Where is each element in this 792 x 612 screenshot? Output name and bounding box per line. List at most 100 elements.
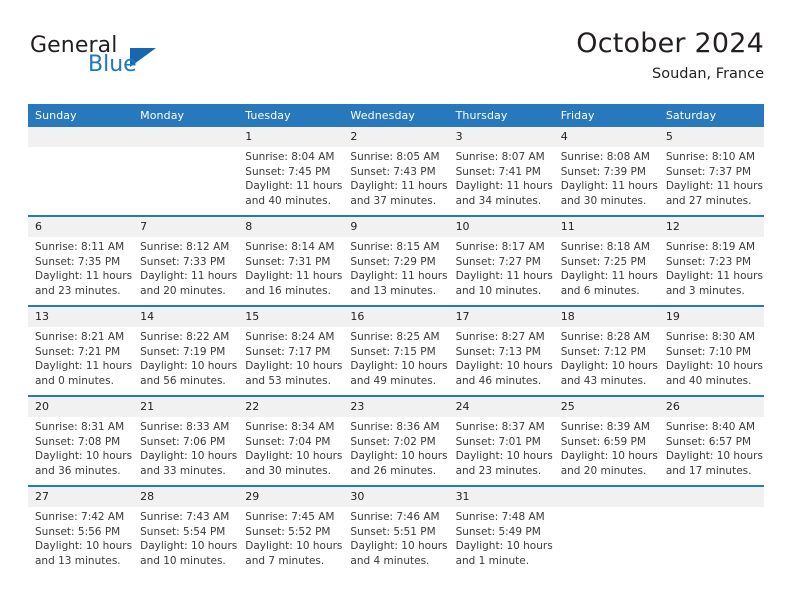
day-number: 15 <box>238 307 344 327</box>
calendar-day-cell[interactable]: 24 Sunrise: 8:37 AM Sunset: 7:01 PM Dayligh… <box>448 395 554 486</box>
day-detail-line: Daylight: 11 hours <box>560 180 658 193</box>
day-detail-line: and 40 minutes. <box>665 374 752 387</box>
weekday-header-thursday: Thursday <box>448 104 554 127</box>
day-details: Sunrise: 8:04 AM Sunset: 7:45 PM Daylight:… <box>238 147 343 208</box>
day-number: 7 <box>133 217 239 237</box>
day-cell-inner: 15 Sunrise: 8:24 AM Sunset: 7:17 PM Dayligh… <box>238 307 344 395</box>
day-detail-line: Daylight: 11 hours <box>35 270 133 283</box>
day-cell-inner: 9 Sunrise: 8:15 AM Sunset: 7:29 PM Daylight… <box>343 217 449 305</box>
day-number: 21 <box>133 397 239 417</box>
day-number: 10 <box>448 217 554 237</box>
day-detail-line: and 36 minutes. <box>35 464 121 477</box>
day-details <box>133 147 238 150</box>
day-detail-line: Daylight: 10 hours <box>35 540 133 553</box>
calendar-day-cell[interactable]: 11 Sunrise: 8:18 AM Sunset: 7:25 PM Dayligh… <box>553 215 659 306</box>
calendar-day-cell[interactable]: 27 Sunrise: 7:42 AM Sunset: 5:56 PM Dayligh… <box>28 485 134 575</box>
day-details: Sunrise: 7:42 AM Sunset: 5:56 PM Daylight:… <box>28 507 133 568</box>
day-details: Sunrise: 8:12 AM Sunset: 7:33 PM Daylight:… <box>133 237 238 298</box>
day-cell-inner: 23 Sunrise: 8:36 AM Sunset: 7:02 PM Dayligh… <box>343 397 449 485</box>
day-detail-line: Daylight: 10 hours <box>245 540 343 553</box>
calendar-day-cell[interactable]: 5 Sunrise: 8:10 AM Sunset: 7:37 PM Daylight… <box>658 127 764 216</box>
calendar-day-cell[interactable]: 16 Sunrise: 8:25 AM Sunset: 7:15 PM Dayligh… <box>343 305 449 396</box>
day-detail-line: Sunrise: 8:36 AM <box>350 421 440 433</box>
calendar-day-cell[interactable]: 8 Sunrise: 8:14 AM Sunset: 7:31 PM Daylight… <box>238 215 344 306</box>
calendar-day-cell[interactable]: 12 Sunrise: 8:19 AM Sunset: 7:23 PM Dayligh… <box>658 215 764 306</box>
calendar-day-cell[interactable]: 1 Sunrise: 8:04 AM Sunset: 7:45 PM Daylight… <box>238 127 344 216</box>
day-detail-line: Sunrise: 8:19 AM <box>665 241 756 253</box>
day-detail-line: and 17 minutes. <box>665 464 752 477</box>
day-details <box>554 507 659 510</box>
calendar-day-cell[interactable]: 21 Sunrise: 8:33 AM Sunset: 7:06 PM Dayligh… <box>133 395 239 486</box>
calendar-day-cell[interactable]: 25 Sunrise: 8:39 AM Sunset: 6:59 PM Dayligh… <box>553 395 659 486</box>
calendar-week-row: 20 Sunrise: 8:31 AM Sunset: 7:08 PM Dayligh… <box>28 395 764 486</box>
day-detail-line: Daylight: 11 hours <box>350 270 448 283</box>
calendar-day-cell-empty <box>658 485 764 575</box>
day-details: Sunrise: 8:22 AM Sunset: 7:19 PM Daylight:… <box>133 327 238 388</box>
calendar-day-cell[interactable]: 28 Sunrise: 7:43 AM Sunset: 5:54 PM Dayligh… <box>133 485 239 575</box>
day-detail-line: and 30 minutes. <box>245 464 331 477</box>
calendar-day-cell[interactable]: 4 Sunrise: 8:08 AM Sunset: 7:39 PM Daylight… <box>553 127 659 216</box>
calendar-day-cell[interactable]: 31 Sunrise: 7:48 AM Sunset: 5:49 PM Dayligh… <box>448 485 554 575</box>
calendar-day-cell[interactable]: 10 Sunrise: 8:17 AM Sunset: 7:27 PM Dayligh… <box>448 215 554 306</box>
day-detail-line: Daylight: 10 hours <box>455 360 553 373</box>
day-detail-line: and 1 minute. <box>455 554 530 567</box>
day-detail-line: and 10 minutes. <box>140 554 226 567</box>
day-detail-line: Daylight: 10 hours <box>455 540 553 553</box>
day-details: Sunrise: 8:30 AM Sunset: 7:10 PM Daylight:… <box>659 327 764 388</box>
day-detail-line: and 53 minutes. <box>245 374 331 387</box>
day-detail-line: and 13 minutes. <box>350 284 437 297</box>
day-detail-line: and 26 minutes. <box>350 464 437 477</box>
calendar-day-cell[interactable]: 18 Sunrise: 8:28 AM Sunset: 7:12 PM Dayligh… <box>553 305 659 396</box>
day-cell-inner: 21 Sunrise: 8:33 AM Sunset: 7:06 PM Dayligh… <box>133 397 239 485</box>
day-detail-line: and 37 minutes. <box>350 194 437 207</box>
day-detail-line: Sunrise: 8:31 AM <box>35 421 125 433</box>
day-detail-line: Daylight: 11 hours <box>455 270 553 283</box>
day-detail-line: Daylight: 10 hours <box>560 450 658 463</box>
day-detail-line: Sunrise: 8:05 AM <box>350 151 440 163</box>
calendar-day-cell[interactable]: 23 Sunrise: 8:36 AM Sunset: 7:02 PM Dayligh… <box>343 395 449 486</box>
day-number: 5 <box>658 127 764 147</box>
day-detail-line: Sunset: 7:29 PM <box>350 255 436 268</box>
day-detail-line: Sunset: 7:23 PM <box>665 255 752 268</box>
day-cell-inner: 4 Sunrise: 8:08 AM Sunset: 7:39 PM Daylight… <box>553 127 659 215</box>
day-detail-line: Daylight: 10 hours <box>245 450 343 463</box>
weekday-header-wednesday: Wednesday <box>343 104 449 127</box>
calendar-day-cell[interactable]: 2 Sunrise: 8:05 AM Sunset: 7:43 PM Daylight… <box>343 127 449 216</box>
calendar-day-cell[interactable]: 26 Sunrise: 8:40 AM Sunset: 6:57 PM Dayligh… <box>658 395 764 486</box>
calendar-day-cell[interactable]: 29 Sunrise: 7:45 AM Sunset: 5:52 PM Dayligh… <box>238 485 344 575</box>
calendar-day-cell[interactable]: 19 Sunrise: 8:30 AM Sunset: 7:10 PM Dayligh… <box>658 305 764 396</box>
calendar-day-cell[interactable]: 13 Sunrise: 8:21 AM Sunset: 7:21 PM Dayligh… <box>28 305 134 396</box>
calendar-day-cell[interactable]: 22 Sunrise: 8:34 AM Sunset: 7:04 PM Dayligh… <box>238 395 344 486</box>
calendar-day-cell[interactable]: 15 Sunrise: 8:24 AM Sunset: 7:17 PM Dayligh… <box>238 305 344 396</box>
calendar-day-cell[interactable]: 20 Sunrise: 8:31 AM Sunset: 7:08 PM Dayligh… <box>28 395 134 486</box>
calendar-grid: Sunday Monday Tuesday Wednesday Thursday Frid… <box>28 104 764 575</box>
day-cell-inner: 24 Sunrise: 8:37 AM Sunset: 7:01 PM Dayligh… <box>448 397 554 485</box>
day-number: 2 <box>343 127 449 147</box>
day-cell-inner: 14 Sunrise: 8:22 AM Sunset: 7:19 PM Dayligh… <box>133 307 239 395</box>
calendar-day-cell[interactable]: 3 Sunrise: 8:07 AM Sunset: 7:41 PM Daylight… <box>448 127 554 216</box>
calendar-day-cell[interactable]: 6 Sunrise: 8:11 AM Sunset: 7:35 PM Daylight… <box>28 215 134 306</box>
day-cell-inner: 16 Sunrise: 8:25 AM Sunset: 7:15 PM Dayligh… <box>343 307 449 395</box>
day-detail-line: Sunrise: 8:04 AM <box>245 151 335 163</box>
calendar-day-cell[interactable]: 7 Sunrise: 8:12 AM Sunset: 7:33 PM Daylight… <box>133 215 239 306</box>
day-details: Sunrise: 8:11 AM Sunset: 7:35 PM Daylight:… <box>28 237 133 298</box>
calendar-day-cell[interactable]: 9 Sunrise: 8:15 AM Sunset: 7:29 PM Daylight… <box>343 215 449 306</box>
day-details: Sunrise: 8:37 AM Sunset: 7:01 PM Daylight:… <box>449 417 554 478</box>
day-cell-inner: 3 Sunrise: 8:07 AM Sunset: 7:41 PM Daylight… <box>448 127 554 215</box>
brand-logo[interactable]: General Blue <box>28 34 228 90</box>
day-number: 11 <box>553 217 659 237</box>
day-detail-line: Sunset: 5:56 PM <box>35 525 121 538</box>
day-details: Sunrise: 8:33 AM Sunset: 7:06 PM Daylight:… <box>133 417 238 478</box>
calendar-day-cell[interactable]: 17 Sunrise: 8:27 AM Sunset: 7:13 PM Dayligh… <box>448 305 554 396</box>
calendar-day-cell[interactable]: 14 Sunrise: 8:22 AM Sunset: 7:19 PM Dayligh… <box>133 305 239 396</box>
location-subtitle: Soudan, France <box>652 66 764 82</box>
day-detail-line: Sunset: 7:45 PM <box>245 165 331 178</box>
day-number: 20 <box>28 397 134 417</box>
day-detail-line: and 30 minutes. <box>560 194 647 207</box>
day-detail-line: Sunrise: 8:33 AM <box>140 421 230 433</box>
day-detail-line: and 34 minutes. <box>455 194 542 207</box>
calendar-day-cell[interactable]: 30 Sunrise: 7:46 AM Sunset: 5:51 PM Dayligh… <box>343 485 449 575</box>
day-details: Sunrise: 8:15 AM Sunset: 7:29 PM Daylight:… <box>343 237 448 298</box>
day-detail-line: Sunrise: 8:10 AM <box>665 151 756 163</box>
day-detail-line: Sunrise: 8:28 AM <box>560 331 650 343</box>
